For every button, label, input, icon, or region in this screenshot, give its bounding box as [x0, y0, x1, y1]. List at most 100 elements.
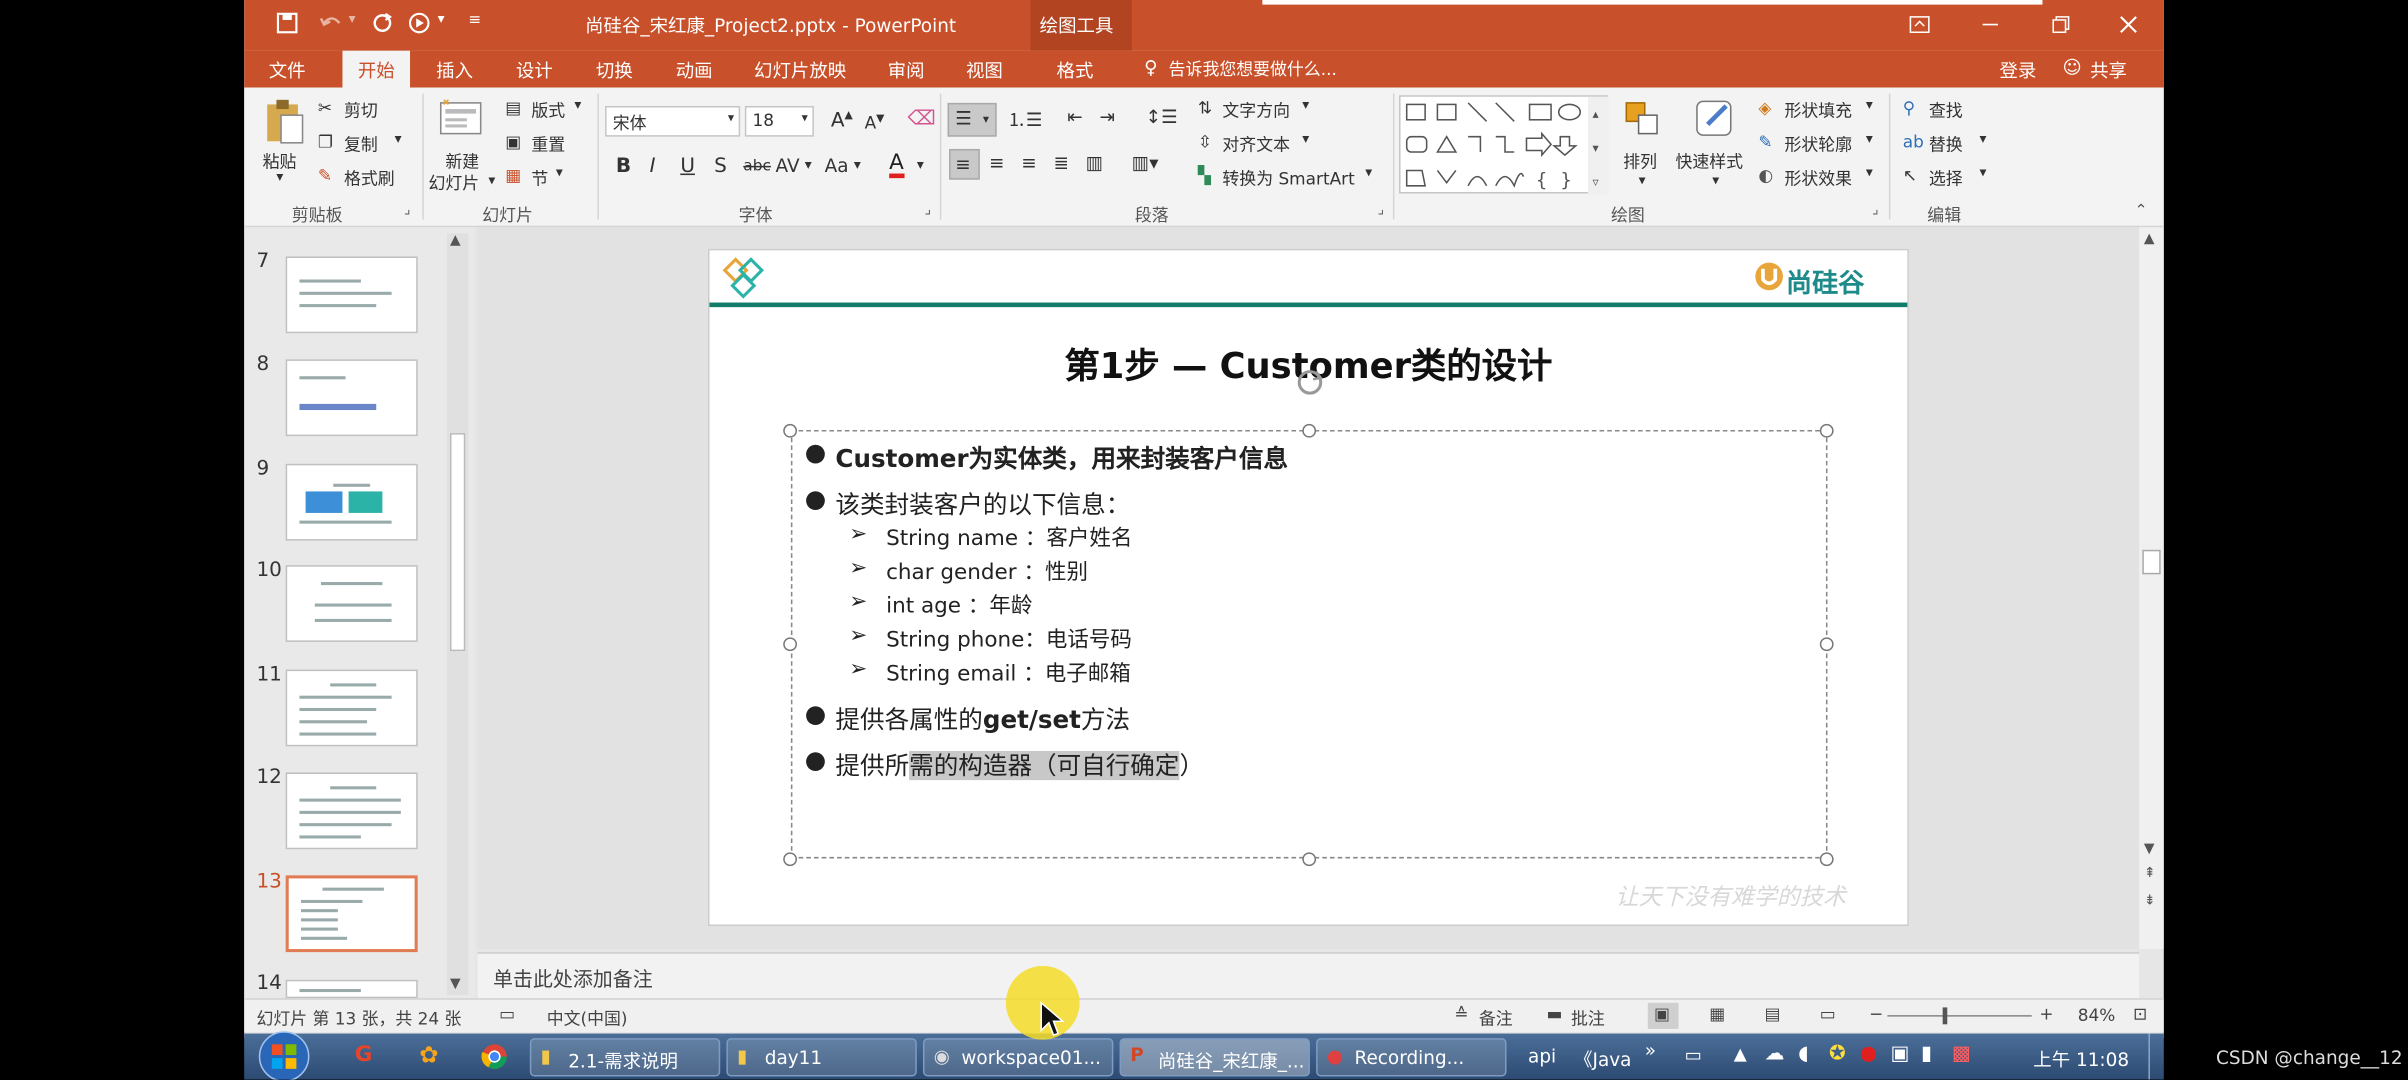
align-center-icon[interactable]: ≡ — [989, 152, 1004, 173]
slide-sorter-icon[interactable]: ▦ — [1709, 1004, 1725, 1024]
section-dropdown-icon[interactable]: ▾ — [556, 166, 563, 181]
slide-thumbnail-9[interactable] — [285, 463, 418, 541]
next-slide-icon[interactable]: ⇟ — [2144, 894, 2156, 909]
font-name-dropdown[interactable]: 宋体 ▾ — [605, 105, 741, 137]
cut-button[interactable]: 剪切 — [344, 98, 378, 123]
resize-handle-bottom-right[interactable] — [1819, 852, 1834, 867]
font-color-icon[interactable]: A — [889, 152, 904, 179]
scroll-down-icon[interactable]: ▼ — [450, 977, 461, 992]
resize-handle-bottom[interactable] — [1302, 852, 1317, 867]
slide-thumbnail-12[interactable] — [285, 772, 418, 850]
zoom-in-icon[interactable]: + — [2039, 1004, 2053, 1024]
arrange-button[interactable]: 排列 — [1623, 149, 1657, 174]
change-case-dropdown-icon[interactable]: ▾ — [854, 158, 861, 173]
tray-app-icon[interactable]: ✪ — [1829, 1043, 1846, 1066]
align-text-button[interactable]: 对齐文本 — [1222, 132, 1290, 157]
font-color-dropdown-icon[interactable]: ▾ — [917, 158, 924, 173]
text-direction-button[interactable]: 文字方向 — [1222, 98, 1290, 123]
tab-home[interactable]: 开始 — [342, 50, 411, 88]
font-size-dropdown[interactable]: 18 ▾ — [744, 105, 814, 137]
slide-thumbnail-14[interactable] — [285, 979, 418, 999]
restore-icon[interactable] — [2050, 14, 2071, 35]
decrease-indent-icon[interactable]: ⇤ — [1067, 106, 1082, 127]
save-icon[interactable] — [275, 11, 300, 36]
copy-button[interactable]: 复制 — [344, 132, 378, 157]
arrange-icon[interactable] — [1623, 100, 1663, 143]
select-dropdown-icon[interactable]: ▾ — [1980, 166, 1987, 181]
strikethrough-icon[interactable]: abc — [743, 158, 771, 175]
shape-effects-button[interactable]: 形状效果 — [1784, 166, 1852, 191]
replace-button[interactable]: 替换 — [1929, 132, 1963, 157]
taskbar-item-recording[interactable]: ● Recording... — [1316, 1038, 1507, 1077]
scroll-up-icon[interactable]: ▲ — [450, 233, 461, 248]
smartart-button[interactable]: 转换为 SmartArt — [1222, 166, 1354, 191]
distributed-icon[interactable]: ▥ — [1086, 152, 1103, 173]
tab-view[interactable]: 视图 — [966, 57, 1003, 83]
paste-dropdown-icon[interactable]: ▾ — [276, 170, 283, 185]
line-spacing-icon[interactable]: ↕☰ — [1146, 106, 1178, 127]
resize-handle-top-left[interactable] — [783, 423, 798, 438]
slide-thumbnail-7[interactable] — [285, 256, 418, 334]
shape-effects-dropdown-icon[interactable]: ▾ — [1866, 166, 1873, 181]
resize-handle-top[interactable] — [1302, 423, 1317, 438]
minimize-icon[interactable] — [1980, 14, 2001, 35]
fit-slide-icon[interactable]: ⊡ — [2133, 1004, 2147, 1024]
taskbar-item-folder-1[interactable]: ▮ 2.1-需求说明 — [529, 1038, 721, 1077]
quick-styles-dropdown-icon[interactable]: ▾ — [1712, 174, 1719, 189]
undo-icon[interactable] — [318, 11, 346, 36]
notes-placeholder[interactable]: 单击此处添加备注 — [493, 963, 653, 992]
align-right-icon[interactable]: ≡ — [1021, 152, 1036, 173]
tab-format[interactable]: 格式 — [1057, 57, 1094, 83]
start-presentation-icon[interactable] — [407, 11, 432, 36]
bullet-4-selected-text[interactable]: 需的构造器（可自行确定 — [909, 750, 1180, 781]
resize-handle-left[interactable] — [783, 637, 798, 652]
spell-check-icon[interactable]: ▭ — [499, 1004, 515, 1024]
taskbar-item-folder-2[interactable]: ▮ day11 — [726, 1038, 917, 1077]
show-desktop-button[interactable] — [2148, 1033, 2163, 1080]
scroll-up-icon[interactable]: ▲ — [2144, 232, 2155, 247]
quick-styles-button[interactable]: 快速样式 — [1675, 149, 1743, 174]
reset-button[interactable]: 重置 — [531, 132, 565, 157]
format-painter-button[interactable]: 格式刷 — [344, 166, 395, 191]
undo-dropdown-icon[interactable]: ▾ — [349, 12, 356, 27]
shape-fill-dropdown-icon[interactable]: ▾ — [1866, 98, 1873, 113]
taskbar-clock[interactable]: 上午 11:08 — [2033, 1046, 2129, 1072]
character-spacing-icon[interactable]: AV — [776, 155, 800, 176]
tell-me-search[interactable]: 告诉我您想要做什么... — [1169, 57, 1337, 82]
slide-canvas[interactable]: 尚硅谷 第1步 — Customer类的设计 ● Customer为实体类，用来… — [707, 248, 1909, 927]
underline-icon[interactable]: U — [680, 155, 695, 178]
previous-slide-icon[interactable]: ⇞ — [2144, 866, 2156, 881]
tray-expand-icon[interactable]: » — [1645, 1040, 1656, 1061]
tray-java-label[interactable]: 《Java — [1574, 1046, 1631, 1072]
find-button[interactable]: 查找 — [1929, 98, 1963, 123]
login-button[interactable]: 登录 — [1999, 57, 2036, 83]
slide-scrollbar[interactable]: ▲ ▼ ⇞ ⇟ — [2139, 227, 2164, 950]
normal-view-button[interactable]: ▣ — [1647, 1002, 1679, 1029]
quick-styles-icon[interactable] — [1692, 97, 1738, 143]
resize-handle-bottom-left[interactable] — [783, 852, 798, 867]
new-slide-icon[interactable] — [438, 97, 484, 140]
character-spacing-dropdown-icon[interactable]: ▾ — [805, 158, 812, 173]
record-tray-icon[interactable]: ● — [1860, 1043, 1877, 1066]
scroll-down-icon[interactable]: ▼ — [2144, 842, 2155, 857]
start-button-icon[interactable] — [256, 1029, 311, 1080]
clear-formatting-icon[interactable]: ⌫ — [908, 107, 936, 130]
ribbon-display-options-icon[interactable] — [1909, 14, 1930, 35]
align-text-dropdown-icon[interactable]: ▾ — [1302, 132, 1309, 147]
new-slide-dropdown-icon[interactable]: ▾ — [488, 174, 495, 189]
keyboard-icon[interactable]: ▭ — [1685, 1044, 1702, 1065]
language-indicator[interactable]: 中文(中国) — [547, 1006, 628, 1031]
usb-icon[interactable]: ▣ — [1890, 1043, 1909, 1066]
power-icon[interactable]: ▮ — [1921, 1043, 1932, 1066]
resize-handle-top-right[interactable] — [1819, 423, 1834, 438]
tab-review[interactable]: 审阅 — [888, 57, 925, 83]
paste-icon[interactable] — [263, 97, 306, 146]
tray-api-label[interactable]: api — [1528, 1046, 1556, 1067]
quick-access-dropdown-icon[interactable]: ▾ — [438, 12, 445, 27]
share-button[interactable]: 共享 — [2090, 57, 2127, 83]
columns-icon[interactable]: ▥▾ — [1132, 152, 1159, 173]
zoom-slider[interactable] — [1887, 1015, 2032, 1017]
copy-dropdown-icon[interactable]: ▾ — [395, 132, 402, 147]
rotate-handle-icon[interactable] — [1293, 367, 1327, 398]
layout-button[interactable]: 版式 — [531, 98, 565, 123]
